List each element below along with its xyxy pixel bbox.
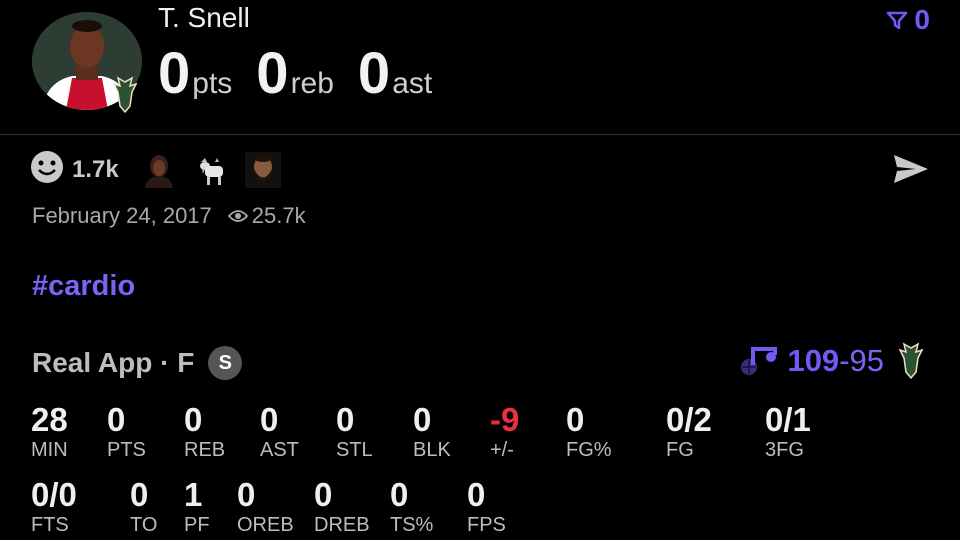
points-value: 0 — [158, 41, 191, 106]
stat-value: 0/1 — [765, 401, 811, 438]
stat-pts: 0 PTS — [107, 402, 146, 462]
stat-label: TO — [130, 514, 158, 536]
stat-pf: 1 PF — [184, 477, 210, 537]
stat-stl: 0 STL — [336, 402, 373, 462]
smiley-icon[interactable] — [30, 150, 64, 189]
stat-value: 0 — [336, 401, 355, 438]
stat-blk: 0 BLK — [413, 402, 451, 462]
bearded-man-icon[interactable] — [244, 151, 281, 188]
stat-label: REB — [184, 439, 226, 461]
stat-label: +/- — [490, 439, 514, 461]
stat-label: DREB — [314, 514, 370, 536]
post-date: February 24, 2017 — [32, 203, 212, 228]
stat-value: 0 — [260, 401, 279, 438]
stat-value: -9 — [490, 401, 520, 438]
score-separator: - — [839, 343, 850, 378]
view-count: 25.7k — [227, 203, 306, 229]
points-unit: pts — [192, 67, 233, 100]
stat-fg: 0/2 FG — [666, 402, 712, 462]
stat-fps: 0 FPS — [467, 477, 506, 537]
stat-value: 0 — [314, 476, 333, 513]
stat-to: 0 TO — [130, 477, 157, 537]
stat-value: 0 — [390, 476, 409, 513]
stat-value: 1 — [184, 476, 203, 513]
player-statline: 0 pts 0 reb 0 ast — [158, 40, 456, 107]
stat-label: PTS — [107, 439, 146, 461]
bucks-logo-icon — [110, 76, 140, 114]
stat-ast: 0 AST — [260, 402, 299, 462]
rebounds-unit: reb — [290, 67, 334, 100]
stat-fts: 0/0 FTS — [31, 477, 77, 537]
stat-value: 0 — [467, 476, 486, 513]
stat-label: FG% — [566, 439, 612, 461]
stat-label: STL — [336, 439, 373, 461]
stat-label: AST — [260, 439, 299, 461]
stat-value: 0/2 — [666, 401, 712, 438]
filter-button[interactable]: 0 — [886, 4, 930, 36]
send-icon — [894, 155, 928, 183]
jazz-logo-icon — [741, 347, 778, 375]
stat-label: BLK — [413, 439, 451, 461]
stat-value: 0 — [184, 401, 203, 438]
assists-value: 0 — [357, 41, 391, 106]
game-info: Real App · F S — [32, 346, 243, 380]
view-count-value: 25.7k — [251, 203, 306, 228]
stat-fg-pct: 0 FG% — [566, 402, 612, 462]
stat-label: PF — [184, 514, 210, 536]
stat-label: TS% — [390, 514, 434, 536]
hashtag-link[interactable]: #cardio — [32, 270, 135, 303]
stat-ts-pct: 0 TS% — [390, 477, 433, 537]
rebounds-value: 0 — [256, 41, 289, 106]
home-score: 109 — [787, 343, 840, 378]
away-score: 95 — [849, 343, 884, 378]
stat-reb: 0 REB — [184, 402, 225, 462]
reactions-bar[interactable]: 1.7k — [30, 150, 297, 189]
stat-value: 0 — [107, 401, 126, 438]
stat-label: FTS — [31, 514, 69, 536]
post-meta: February 24, 2017 25.7k — [32, 203, 306, 229]
game-label: Real App · F — [32, 347, 195, 378]
stat-label: FG — [666, 439, 694, 461]
game-score[interactable]: 109 - 95 — [739, 342, 926, 380]
filter-count: 0 — [914, 4, 930, 35]
player-name[interactable]: T. Snell — [158, 2, 250, 34]
stat-value: 0 — [130, 476, 149, 513]
person-reaction-icon[interactable] — [140, 151, 177, 188]
stat-value: 0 — [566, 401, 585, 438]
assists-unit: ast — [392, 67, 433, 100]
stat-plus-minus: -9 +/- — [490, 402, 519, 462]
goat-icon[interactable] — [193, 152, 229, 188]
stat-value: 28 — [31, 401, 68, 438]
stat-label: 3FG — [765, 439, 804, 461]
stat-dreb: 0 DREB — [314, 477, 370, 537]
stat-value: 0/0 — [31, 476, 77, 513]
bucks-logo-icon — [898, 342, 924, 380]
share-button[interactable] — [892, 152, 930, 191]
filter-icon — [887, 11, 908, 30]
stat-label: OREB — [237, 514, 294, 536]
stat-min: 28 MIN — [31, 402, 68, 462]
header-divider — [0, 134, 960, 135]
reaction-count: 1.7k — [72, 155, 119, 183]
status-badge: S — [208, 346, 243, 380]
stat-oreb: 0 OREB — [237, 477, 294, 537]
stat-label: FPS — [467, 514, 506, 536]
stat-3fg: 0/1 3FG — [765, 402, 811, 462]
stat-label: MIN — [31, 439, 68, 461]
stat-value: 0 — [413, 401, 432, 438]
eye-icon — [227, 210, 248, 222]
stat-value: 0 — [237, 476, 256, 513]
